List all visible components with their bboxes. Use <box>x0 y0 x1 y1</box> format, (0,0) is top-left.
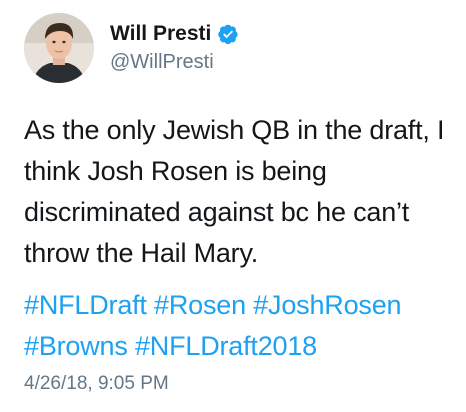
hashtag-line: #Browns #NFLDraft2018 <box>24 326 454 367</box>
tweet-text-line: think Josh Rosen is being <box>24 156 327 186</box>
name-row: Will Presti <box>110 21 239 47</box>
tweet-hashtags: #NFLDraft #Rosen #JoshRosen #Browns #NFL… <box>24 285 454 367</box>
author-display-name[interactable]: Will Presti <box>110 21 211 47</box>
author-handle[interactable]: @WillPresti <box>110 49 239 75</box>
avatar-image <box>24 13 94 83</box>
hashtag-link[interactable]: #Browns <box>24 331 128 361</box>
tweet-text: As the only Jewish QB in the draft, I th… <box>24 110 454 274</box>
hashtag-link[interactable]: #NFLDraft <box>24 290 147 320</box>
author-names: Will Presti @WillPresti <box>110 21 239 75</box>
avatar[interactable] <box>24 13 94 83</box>
tweet-text-line: throw the Hail Mary. <box>24 238 259 268</box>
tweet-header: Will Presti @WillPresti <box>24 12 239 84</box>
tweet-text-line: discriminated against bc he can’t <box>24 197 410 227</box>
hashtag-line: #NFLDraft #Rosen #JoshRosen <box>24 285 454 326</box>
tweet-timestamp[interactable]: 4/26/18, 9:05 PM <box>24 372 169 396</box>
hashtag-link[interactable]: #NFLDraft2018 <box>135 331 317 361</box>
hashtag-link[interactable]: #JoshRosen <box>253 290 401 320</box>
tweet-text-line: As the only Jewish QB in the draft, I <box>24 115 445 145</box>
hashtag-link[interactable]: #Rosen <box>154 290 246 320</box>
tweet-card: Will Presti @WillPresti As the only Jewi… <box>0 0 466 412</box>
verified-badge-icon <box>217 23 239 45</box>
